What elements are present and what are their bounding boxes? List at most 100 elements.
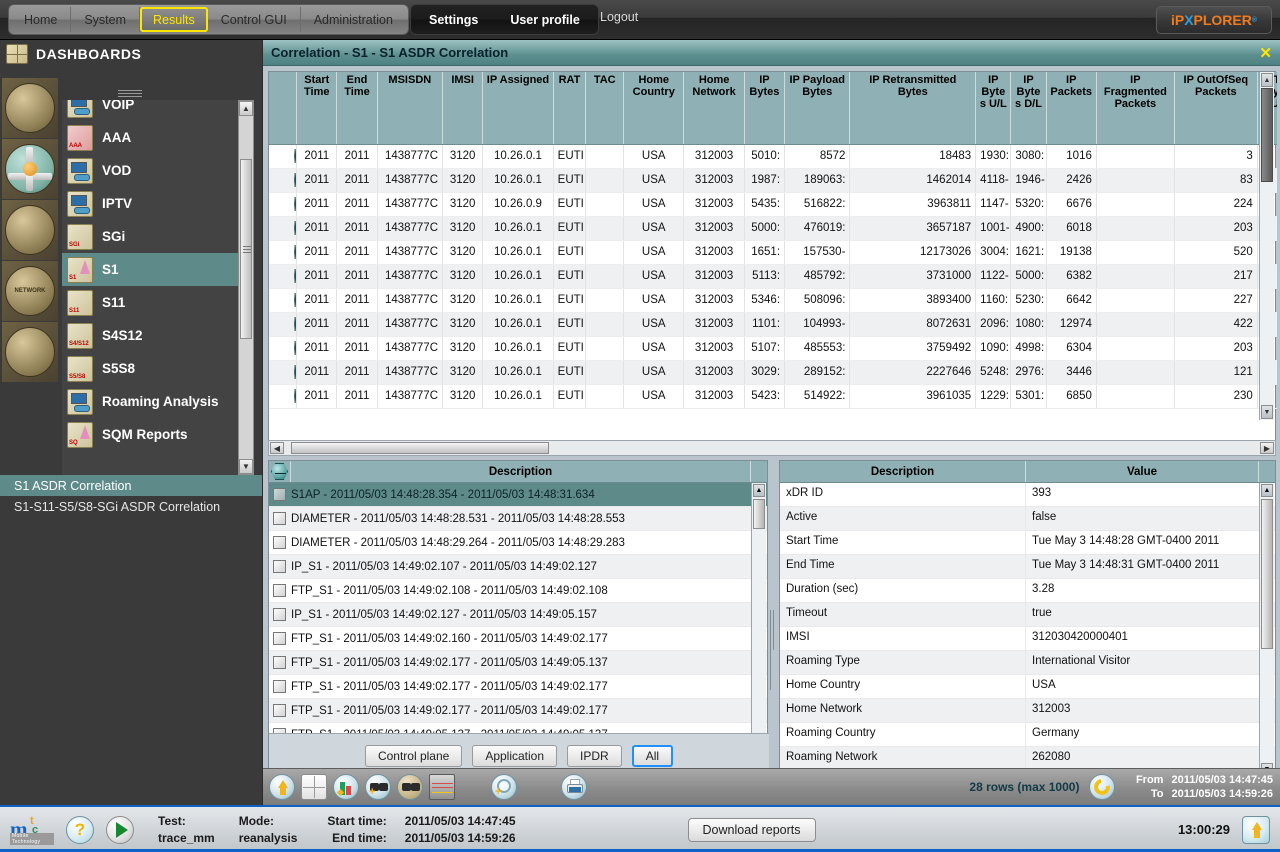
col-home-network[interactable]: Home Network: [683, 72, 745, 145]
table-row[interactable]: 2011 2011 1438777C 3120 10.26.0.1 EUTI USA 3120…: [269, 312, 1277, 337]
detail-row[interactable]: Duration (sec) 3.28: [780, 579, 1275, 603]
control-plane-button[interactable]: Control plane: [364, 744, 463, 767]
scrollbar-thumb[interactable]: [1261, 88, 1273, 182]
table-row[interactable]: 2011 2011 1438777C 3120 10.26.0.1 EUTI USA 3120…: [269, 336, 1277, 361]
sidebar-item-vod[interactable]: VOD: [62, 154, 252, 187]
row-checkbox[interactable]: [273, 608, 286, 621]
detail-row[interactable]: Active false: [780, 507, 1275, 531]
row-xdr-icon-cell[interactable]: [269, 192, 298, 217]
row-checkbox[interactable]: [273, 632, 286, 645]
list-item[interactable]: IP_S1 - 2011/05/03 14:49:02.107 - 2011/0…: [269, 555, 767, 579]
col-ip-bytes-dl[interactable]: IP Bytes D/L: [1010, 72, 1047, 145]
row-checkbox[interactable]: [273, 584, 286, 597]
table-row[interactable]: 2011 2011 1438777C 3120 10.26.0.1 EUTI USA 3120…: [269, 384, 1277, 409]
row-checkbox[interactable]: [273, 536, 286, 549]
nav-item-results[interactable]: Results: [140, 7, 208, 32]
nav-item-administration[interactable]: Administration: [301, 7, 406, 32]
sidebar-item-s4s12[interactable]: S4/S12 S4S12: [62, 319, 252, 352]
row-xdr-icon-cell[interactable]: [269, 336, 298, 361]
row-xdr-icon-cell[interactable]: [269, 312, 298, 337]
trend-chart-icon[interactable]: [429, 774, 455, 800]
detail-row[interactable]: IMSI 312030420000401: [780, 627, 1275, 651]
nav-item-home[interactable]: Home: [11, 7, 72, 32]
all-button[interactable]: All: [631, 744, 674, 767]
row-xdr-icon-cell[interactable]: [269, 168, 298, 193]
row-xdr-icon-cell[interactable]: [269, 360, 298, 385]
row-checkbox[interactable]: [273, 512, 286, 525]
col-start-time[interactable]: Start Time: [296, 72, 338, 145]
refresh-icon[interactable]: [1089, 774, 1116, 800]
col-tac[interactable]: TAC: [585, 72, 625, 145]
play-icon[interactable]: [106, 815, 134, 844]
export-up-icon[interactable]: [1242, 815, 1270, 844]
detail-row[interactable]: Home Network 312003: [780, 699, 1275, 723]
sidebar-item-sgi[interactable]: SGi SGi: [62, 220, 252, 253]
list-item[interactable]: FTP_S1 - 2011/05/03 14:49:02.177 - 2011/…: [269, 651, 767, 675]
detail-col-value[interactable]: Value: [1026, 461, 1259, 482]
col-ip-fragmented-packets[interactable]: IP Fragmented Packets: [1096, 72, 1175, 145]
filter-icon[interactable]: [397, 774, 423, 800]
scrollbar-thumb[interactable]: [291, 442, 549, 454]
scroll-down-icon[interactable]: ▼: [239, 459, 253, 474]
scroll-right-icon[interactable]: ▶: [1260, 442, 1274, 454]
list-item[interactable]: FTP_S1 - 2011/05/03 14:49:02.177 - 2011/…: [269, 699, 767, 723]
detail-row[interactable]: Roaming Country Germany: [780, 723, 1275, 747]
row-xdr-icon-cell[interactable]: [269, 144, 298, 169]
nav-item-control-gui[interactable]: Control GUI: [208, 7, 301, 32]
sidebar-item-s11[interactable]: S11 S11: [62, 286, 252, 319]
medallion-equipment[interactable]: [2, 322, 58, 382]
list-item[interactable]: FTP_S1 - 2011/05/03 14:49:02.108 - 2011/…: [269, 579, 767, 603]
export-up-icon[interactable]: [269, 774, 295, 800]
detail-row[interactable]: Roaming Type International Visitor: [780, 651, 1275, 675]
description-col-header[interactable]: Description: [291, 461, 751, 482]
col-home-country[interactable]: Home Country: [623, 72, 685, 145]
logout-link[interactable]: Logout: [600, 10, 638, 24]
detail-row[interactable]: Timeout true: [780, 603, 1275, 627]
list-item[interactable]: S1AP - 2011/05/03 14:48:28.354 - 2011/05…: [269, 483, 767, 507]
table-row[interactable]: 2011 2011 1438777C 3120 10.26.0.1 EUTI USA 3120…: [269, 360, 1277, 385]
sublist-item-s1-s11-s5-s8-sgi-asdr[interactable]: S1-S11-S5/S8-SGi ASDR Correlation: [0, 496, 262, 517]
sidebar-item-sqm-reports[interactable]: SQ SQM Reports: [62, 418, 252, 451]
scroll-up-icon[interactable]: ▲: [1261, 484, 1273, 497]
table-row[interactable]: 2011 2011 1438777C 3120 10.26.0.1 EUTI USA 3120…: [269, 216, 1277, 241]
sidebar-item-voip[interactable]: VOIP: [62, 100, 252, 121]
row-xdr-icon-cell[interactable]: [269, 384, 298, 409]
col-ip-retransmitted-bytes[interactable]: IP Retransmitted Bytes: [849, 72, 977, 145]
row-checkbox[interactable]: [273, 560, 286, 573]
row-checkbox[interactable]: [273, 680, 286, 693]
table-row[interactable]: 2011 2011 1438777C 3120 10.26.0.1 EUTI USA 3120…: [269, 168, 1277, 193]
list-item[interactable]: FTP_S1 - 2011/05/03 14:49:02.177 - 2011/…: [269, 675, 767, 699]
col-msisdn[interactable]: MSISDN: [377, 72, 444, 145]
description-scrollbar[interactable]: ▲ ▼: [751, 483, 766, 755]
zoom-in-icon[interactable]: +: [491, 774, 517, 800]
scroll-left-icon[interactable]: ◀: [270, 442, 284, 454]
scroll-up-icon[interactable]: ▲: [239, 101, 253, 116]
download-reports-button[interactable]: Download reports: [687, 817, 816, 842]
application-button[interactable]: Application: [472, 744, 558, 767]
grid-layout-icon[interactable]: [301, 774, 327, 800]
nav-item-settings[interactable]: Settings: [413, 7, 494, 32]
scroll-up-icon[interactable]: ▲: [753, 484, 765, 497]
table-row[interactable]: 2011 2011 1438777C 3120 10.26.0.1 EUTI USA 3120…: [269, 288, 1277, 313]
row-xdr-icon-cell[interactable]: [269, 216, 298, 241]
medallion-workstation[interactable]: [2, 200, 58, 260]
col-ip-assigned[interactable]: IP Assigned: [482, 72, 554, 145]
table-row[interactable]: 2011 2011 1438777C 3120 10.26.0.1 EUTI USA 3120…: [269, 144, 1277, 169]
detail-row[interactable]: Home Country USA: [780, 675, 1275, 699]
row-xdr-icon-cell[interactable]: [269, 264, 298, 289]
grid-horizontal-scrollbar[interactable]: ◀ ▶: [268, 440, 1276, 456]
scroll-up-icon[interactable]: ▲: [1261, 73, 1273, 87]
sidebar-item-s5s8[interactable]: S5/S8 S5S8: [62, 352, 252, 385]
medallion-network[interactable]: NETWORK: [2, 261, 58, 321]
sidebar-drag-grip[interactable]: [118, 88, 142, 97]
col-ip-bytes[interactable]: IP Bytes: [744, 72, 786, 145]
row-xdr-icon-cell[interactable]: [269, 240, 298, 265]
list-item[interactable]: DIAMETER - 2011/05/03 14:48:29.264 - 201…: [269, 531, 767, 555]
sublist-item-s1-asdr[interactable]: S1 ASDR Correlation: [0, 475, 262, 496]
col-imsi[interactable]: IMSI: [442, 72, 484, 145]
table-row[interactable]: 2011 2011 1438777C 3120 10.26.0.1 EUTI USA 3120…: [269, 240, 1277, 265]
sidebar-item-roaming-analysis[interactable]: Roaming Analysis: [62, 385, 252, 418]
ipdr-button[interactable]: IPDR: [567, 744, 622, 767]
list-item[interactable]: IP_S1 - 2011/05/03 14:49:02.127 - 2011/0…: [269, 603, 767, 627]
col-end-time[interactable]: End Time: [336, 72, 378, 145]
